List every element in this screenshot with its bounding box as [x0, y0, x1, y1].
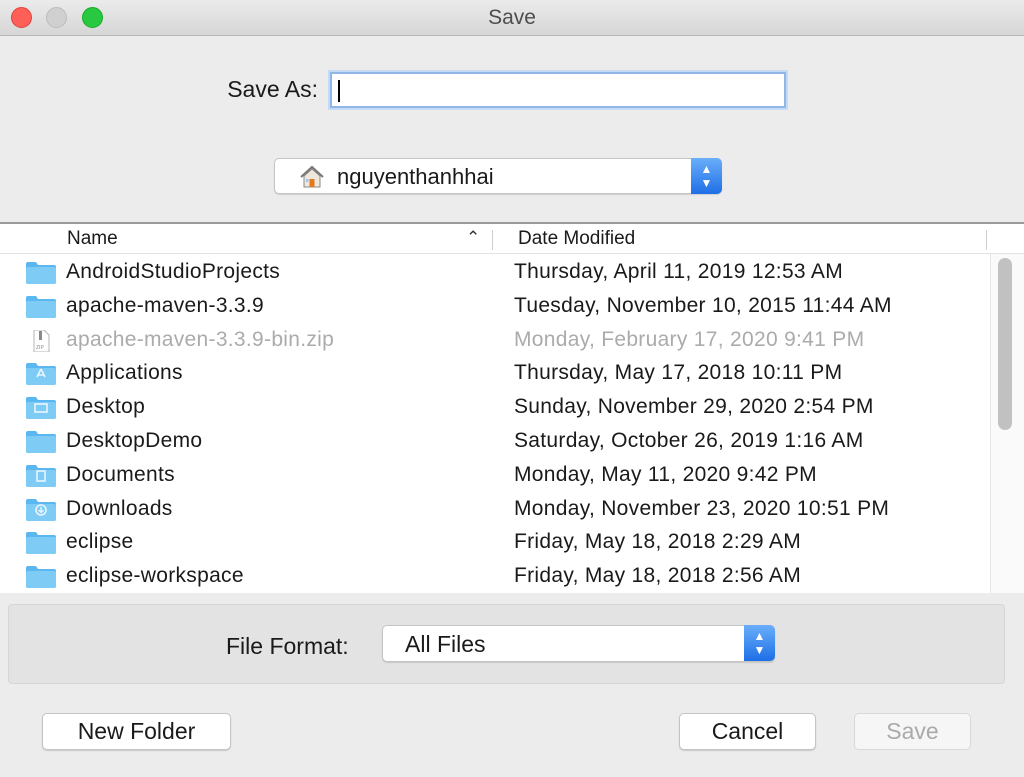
home-icon [300, 165, 324, 188]
file-row[interactable]: Applications Thursday, May 17, 2018 10:11… [0, 357, 990, 391]
column-header-name[interactable]: Name [67, 228, 118, 250]
zip-file-icon: ZIP [33, 329, 50, 352]
title-bar: Save [0, 0, 1024, 36]
file-row[interactable]: AndroidStudioProjects Thursday, April 11,… [0, 256, 990, 290]
window-title: Save [488, 6, 536, 29]
new-folder-button[interactable]: New Folder [42, 713, 231, 750]
file-list[interactable]: Name ⌃ Date Modified AndroidStudioProjec… [0, 224, 1024, 593]
folder-icon [26, 532, 56, 555]
folder-icon [26, 566, 56, 589]
file-name: Documents [66, 462, 175, 486]
file-name: apache-maven-3.3.9-bin.zip [66, 327, 335, 351]
downloads-folder-icon [26, 498, 56, 521]
text-caret [338, 80, 340, 102]
file-date-modified: Thursday, April 11, 2019 12:53 AM [514, 260, 843, 283]
svg-text:ZIP: ZIP [36, 345, 44, 351]
folder-icon [26, 295, 56, 318]
applications-folder-icon [26, 363, 56, 386]
updown-chevron-icon[interactable]: ▲ ▼ [744, 625, 775, 661]
file-row[interactable]: eclipse-workspace Friday, May 18, 2018 2:… [0, 560, 990, 593]
file-row[interactable]: ZIP apache-maven-3.3.9-bin.zip Monday, Feb… [0, 324, 990, 358]
file-row[interactable]: DesktopDemo Saturday, October 26, 2019 1:… [0, 425, 990, 459]
updown-chevron-icon[interactable]: ▲ ▼ [691, 158, 722, 194]
file-date-modified: Friday, May 18, 2018 2:56 AM [514, 564, 801, 588]
file-row[interactable]: eclipse Friday, May 18, 2018 2:29 AM [0, 526, 990, 560]
file-format-label: File Format: [226, 633, 349, 659]
desktop-folder-icon [26, 397, 56, 420]
cancel-button[interactable]: Cancel [679, 713, 816, 750]
column-divider[interactable] [492, 230, 493, 250]
file-date-modified: Sunday, November 29, 2020 2:54 PM [514, 395, 874, 419]
scrollbar-thumb[interactable] [998, 258, 1012, 430]
file-date-modified: Monday, November 23, 2020 10:51 PM [514, 496, 890, 520]
sort-ascending-icon[interactable]: ⌃ [466, 228, 480, 248]
column-divider[interactable] [986, 230, 987, 250]
file-name: eclipse-workspace [66, 564, 244, 588]
file-name: DesktopDemo [66, 429, 203, 452]
file-name: Downloads [66, 496, 173, 520]
save-as-label: Save As: [227, 76, 318, 102]
file-name: AndroidStudioProjects [66, 260, 281, 283]
file-date-modified: Tuesday, November 10, 2015 11:44 AM [514, 293, 892, 317]
file-date-modified: Saturday, October 26, 2019 1:16 AM [514, 429, 864, 452]
file-name: Applications [66, 361, 183, 385]
file-row[interactable]: Desktop Sunday, November 29, 2020 2:54 PM [0, 391, 990, 425]
save-button[interactable]: Save [854, 713, 971, 750]
file-date-modified: Monday, May 11, 2020 9:42 PM [514, 462, 817, 486]
file-format-select[interactable]: All Files ▲ ▼ [382, 625, 775, 662]
file-row[interactable]: Downloads Monday, November 23, 2020 10:51… [0, 493, 990, 527]
file-name: apache-maven-3.3.9 [66, 293, 265, 317]
location-dropdown[interactable]: nguyenthanhhai ▲ ▼ [274, 158, 722, 194]
folder-icon [26, 262, 56, 284]
folder-icon [26, 431, 56, 453]
file-name: eclipse [66, 530, 134, 554]
file-format-value: All Files [405, 631, 486, 657]
save-as-input[interactable] [330, 72, 786, 108]
documents-folder-icon [26, 464, 56, 487]
file-list-header: Name ⌃ Date Modified [0, 224, 1024, 254]
vertical-scrollbar[interactable] [990, 254, 1024, 593]
file-row[interactable]: Documents Monday, May 11, 2020 9:42 PM [0, 459, 990, 493]
file-date-modified: Thursday, May 17, 2018 10:11 PM [514, 361, 843, 385]
file-date-modified: Monday, February 17, 2020 9:41 PM [514, 327, 865, 351]
column-header-date-modified[interactable]: Date Modified [518, 228, 635, 250]
file-name: Desktop [66, 395, 146, 419]
file-date-modified: Friday, May 18, 2018 2:29 AM [514, 530, 801, 554]
location-label: nguyenthanhhai [337, 164, 494, 189]
file-row[interactable]: apache-maven-3.3.9 Tuesday, November 10, … [0, 290, 990, 324]
